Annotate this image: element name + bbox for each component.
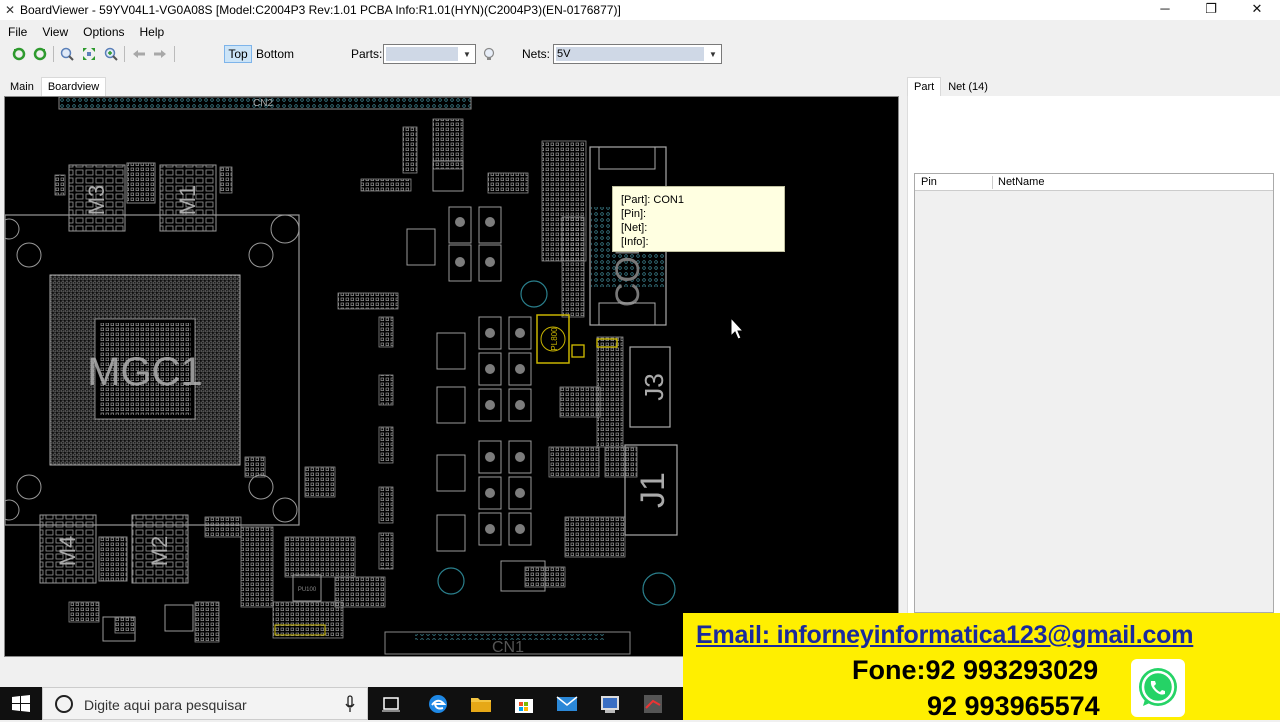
microphone-icon[interactable] xyxy=(345,695,355,713)
toolbar-separator xyxy=(124,46,125,62)
store-icon[interactable] xyxy=(511,691,537,717)
zoom-in-icon[interactable] xyxy=(103,46,119,62)
rotate-left-icon[interactable] xyxy=(11,46,27,62)
toolbar-separator xyxy=(53,46,54,62)
top-side-button[interactable]: Top xyxy=(224,45,252,63)
zoom-out-icon[interactable] xyxy=(59,46,75,62)
mouse-cursor xyxy=(730,316,745,340)
task-view-icon[interactable] xyxy=(378,691,404,717)
pin-grid[interactable]: Pin NetName xyxy=(914,173,1274,613)
parts-dropdown-value xyxy=(386,47,458,61)
tab-boardview[interactable]: Boardview xyxy=(40,77,107,96)
search-placeholder: Digite aqui para pesquisar xyxy=(84,697,247,713)
window-title: BoardViewer - 59YV04L1-VG0A08S [Model:C2… xyxy=(20,3,621,17)
nets-dropdown[interactable]: 5V ▼ xyxy=(553,44,722,64)
tooltip-part: [Part]: CON1 xyxy=(621,194,684,206)
column-pin[interactable]: Pin xyxy=(921,176,937,188)
tooltip-info: [Info]: xyxy=(621,236,649,248)
minimize-button[interactable]: ─ xyxy=(1142,0,1188,20)
mail-icon[interactable] xyxy=(554,691,580,717)
taskbar: Digite aqui para pesquisar xyxy=(0,687,684,720)
tab-main[interactable]: Main xyxy=(3,77,41,96)
contact-banner: Email: inforneyinformatica123@gmail.com … xyxy=(683,613,1280,721)
tab-part[interactable]: Part xyxy=(907,77,942,96)
boardviewer-app-icon[interactable] xyxy=(640,691,666,717)
windows-start-icon[interactable] xyxy=(10,693,32,715)
nets-dropdown-value: 5V xyxy=(556,47,704,61)
board-canvas[interactable]: CN2 MGC1 M3 M1 M4 M2 PL800 CON1 J3 J1 CN… xyxy=(4,96,899,657)
banner-phone-2: 92 993965574 xyxy=(927,691,1100,721)
whatsapp-icon xyxy=(1131,659,1185,717)
column-netname[interactable]: NetName xyxy=(998,176,1044,188)
arrow-right-icon[interactable] xyxy=(152,46,168,62)
banner-email: Email: inforneyinformatica123@gmail.com xyxy=(696,621,1194,649)
file-explorer-icon[interactable] xyxy=(468,691,494,717)
toolbar: Top Bottom Parts: ▼ Nets: 5V ▼ xyxy=(0,43,1280,65)
pcb-drawing: CN2 MGC1 M3 M1 M4 M2 PL800 CON1 J3 J1 CN… xyxy=(5,97,745,656)
menu-bar: File View Options Help xyxy=(0,22,171,42)
menu-file[interactable]: File xyxy=(1,25,34,39)
cortana-icon xyxy=(55,695,73,713)
title-bar: ✕ BoardViewer - 59YV04L1-VG0A08S [Model:… xyxy=(0,0,1280,20)
m4-label: M4 xyxy=(55,536,80,567)
parts-dropdown[interactable]: ▼ xyxy=(383,44,476,64)
zoom-fit-icon[interactable] xyxy=(81,46,97,62)
pu100-label: PU100 xyxy=(298,587,317,593)
rotate-right-icon[interactable] xyxy=(32,46,48,62)
search-part-icon[interactable] xyxy=(481,46,497,62)
j1-label: J1 xyxy=(634,472,672,508)
cn2-label: CN2 xyxy=(253,98,273,109)
view-tabs: Main Boardview xyxy=(3,77,107,96)
m3-label: M3 xyxy=(84,185,109,216)
window-controls: ─ ❐ ✕ xyxy=(1142,0,1280,20)
arrow-left-icon[interactable] xyxy=(131,46,147,62)
network-app-icon[interactable] xyxy=(597,691,623,717)
bottom-side-button[interactable]: Bottom xyxy=(256,45,294,63)
tooltip-net: [Net]: xyxy=(621,222,648,234)
menu-options[interactable]: Options xyxy=(76,25,131,39)
column-divider xyxy=(992,176,993,189)
mgc1-label: MGC1 xyxy=(87,350,203,394)
taskbar-search-box[interactable]: Digite aqui para pesquisar xyxy=(42,687,368,720)
part-tooltip: [Part]: CON1 [Pin]: [Net]: [Info]: xyxy=(612,186,785,252)
toolbar-separator xyxy=(174,46,175,62)
info-tabs: Part Net (14) xyxy=(907,77,995,96)
menu-help[interactable]: Help xyxy=(133,25,172,39)
app-icon: ✕ xyxy=(4,3,16,17)
parts-label: Parts: xyxy=(351,47,383,61)
tab-net[interactable]: Net (14) xyxy=(941,77,995,96)
chevron-down-icon[interactable]: ▼ xyxy=(459,45,475,63)
chevron-down-icon[interactable]: ▼ xyxy=(705,45,721,63)
nets-label: Nets: xyxy=(522,47,551,61)
restore-button[interactable]: ❐ xyxy=(1188,0,1234,20)
menu-view[interactable]: View xyxy=(35,25,75,39)
j3-label: J3 xyxy=(639,373,669,400)
cn1-label: CN1 xyxy=(492,639,524,656)
tooltip-pin: [Pin]: xyxy=(621,208,647,220)
pin-grid-header: Pin NetName xyxy=(915,174,1273,191)
close-button[interactable]: ✕ xyxy=(1234,0,1280,20)
banner-phone-1: Fone:92 993293029 xyxy=(852,655,1099,685)
m2-label: M2 xyxy=(147,536,172,567)
edge-browser-icon[interactable] xyxy=(425,691,451,717)
m1-label: M1 xyxy=(175,185,200,216)
pl800-label: PL800 xyxy=(550,327,559,351)
